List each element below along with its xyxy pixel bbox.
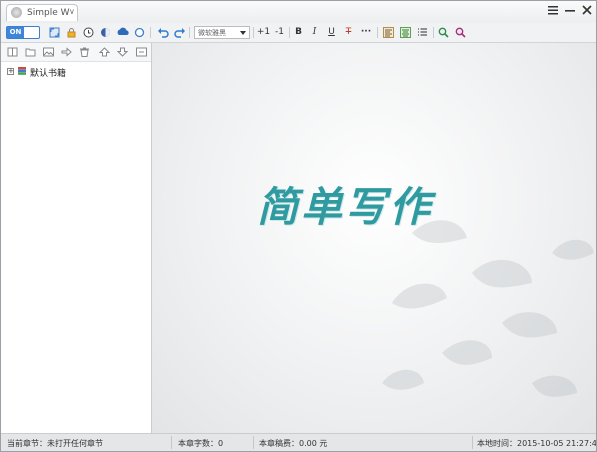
toolbar-divider: [289, 27, 290, 38]
export-icon[interactable]: [60, 46, 73, 58]
open-folder-icon[interactable]: [24, 46, 37, 58]
fullscreen-icon[interactable]: [48, 26, 61, 39]
book-sidebar: + 默认书籍: [1, 43, 152, 433]
status-divider: [253, 436, 254, 449]
strikethrough-button[interactable]: T: [342, 26, 355, 39]
search-icon[interactable]: [437, 26, 450, 39]
undo-icon[interactable]: [156, 26, 169, 39]
replace-icon[interactable]: [454, 26, 467, 39]
clock-icon[interactable]: [82, 26, 95, 39]
app-title: Simple W: [27, 8, 70, 18]
status-word-count: 本章字数：0: [178, 439, 224, 448]
move-up-icon[interactable]: [98, 46, 111, 58]
status-divider: [472, 436, 473, 449]
tree-item-label: 默认书籍: [30, 69, 67, 79]
cloud-icon[interactable]: [116, 26, 129, 39]
title-bar: Simple W ∨: [1, 1, 596, 23]
editor-canvas[interactable]: 简单写作: [152, 43, 596, 433]
delete-icon[interactable]: [78, 46, 91, 58]
lock-icon[interactable]: [65, 26, 78, 39]
toolbar-divider: [253, 27, 254, 38]
status-chapter-fee: 本章稿费：0.00 元: [259, 439, 328, 448]
list-icon[interactable]: [416, 26, 429, 39]
toggle-on-label: ON: [7, 27, 24, 38]
circle-icon[interactable]: [133, 26, 146, 39]
sidebar-toolbar: [1, 43, 151, 62]
toolbar: ON 微软雅黑 +1 -1 B I U T ···: [1, 23, 596, 43]
collapse-icon[interactable]: [135, 46, 148, 58]
app-logo-icon: [11, 7, 22, 18]
toolbar-divider: [433, 27, 434, 38]
status-bar: 当前章节：未打开任何章节 本章字数：0 本章稿费：0.00 元 本地时间：201…: [1, 433, 597, 451]
underline-button[interactable]: U: [325, 26, 338, 39]
redo-icon[interactable]: [173, 26, 186, 39]
close-button[interactable]: [581, 5, 593, 17]
align-center-icon[interactable]: [399, 26, 412, 39]
app-window: Simple W ∨ ON 微软雅黑 +1 -1 B I U T ··· + 默…: [0, 0, 597, 452]
theme-icon[interactable]: [99, 26, 112, 39]
book-icon: [17, 66, 27, 76]
minimize-button[interactable]: [564, 5, 576, 17]
toolbar-divider: [150, 27, 151, 38]
more-button[interactable]: ···: [359, 26, 373, 39]
toolbar-divider: [377, 27, 378, 38]
status-current-chapter: 当前章节：未打开任何章节: [7, 439, 103, 448]
toolbar-divider: [189, 27, 190, 38]
tree-expander[interactable]: +: [7, 68, 14, 75]
italic-button[interactable]: I: [308, 26, 321, 39]
align-left-icon[interactable]: [382, 26, 395, 39]
mode-toggle[interactable]: ON: [6, 26, 40, 39]
font-size-decrease-button[interactable]: -1: [272, 26, 287, 39]
font-size-increase-button[interactable]: +1: [256, 26, 271, 39]
chevron-down-icon: [240, 31, 246, 35]
image-icon[interactable]: [42, 46, 55, 58]
app-tab[interactable]: Simple W ∨: [6, 4, 78, 21]
menu-icon[interactable]: [547, 5, 559, 17]
new-book-icon[interactable]: [6, 46, 19, 58]
move-down-icon[interactable]: [116, 46, 129, 58]
status-local-time: 本地时间：2015-10-05 21:27:44: [477, 439, 597, 448]
brand-logo-text: 简单写作: [257, 183, 433, 231]
font-family-value: 微软雅黑: [198, 29, 226, 37]
status-divider: [171, 436, 172, 449]
bold-button[interactable]: B: [292, 26, 305, 39]
chevron-down-icon[interactable]: ∨: [69, 7, 75, 16]
font-family-select[interactable]: 微软雅黑: [194, 26, 250, 39]
